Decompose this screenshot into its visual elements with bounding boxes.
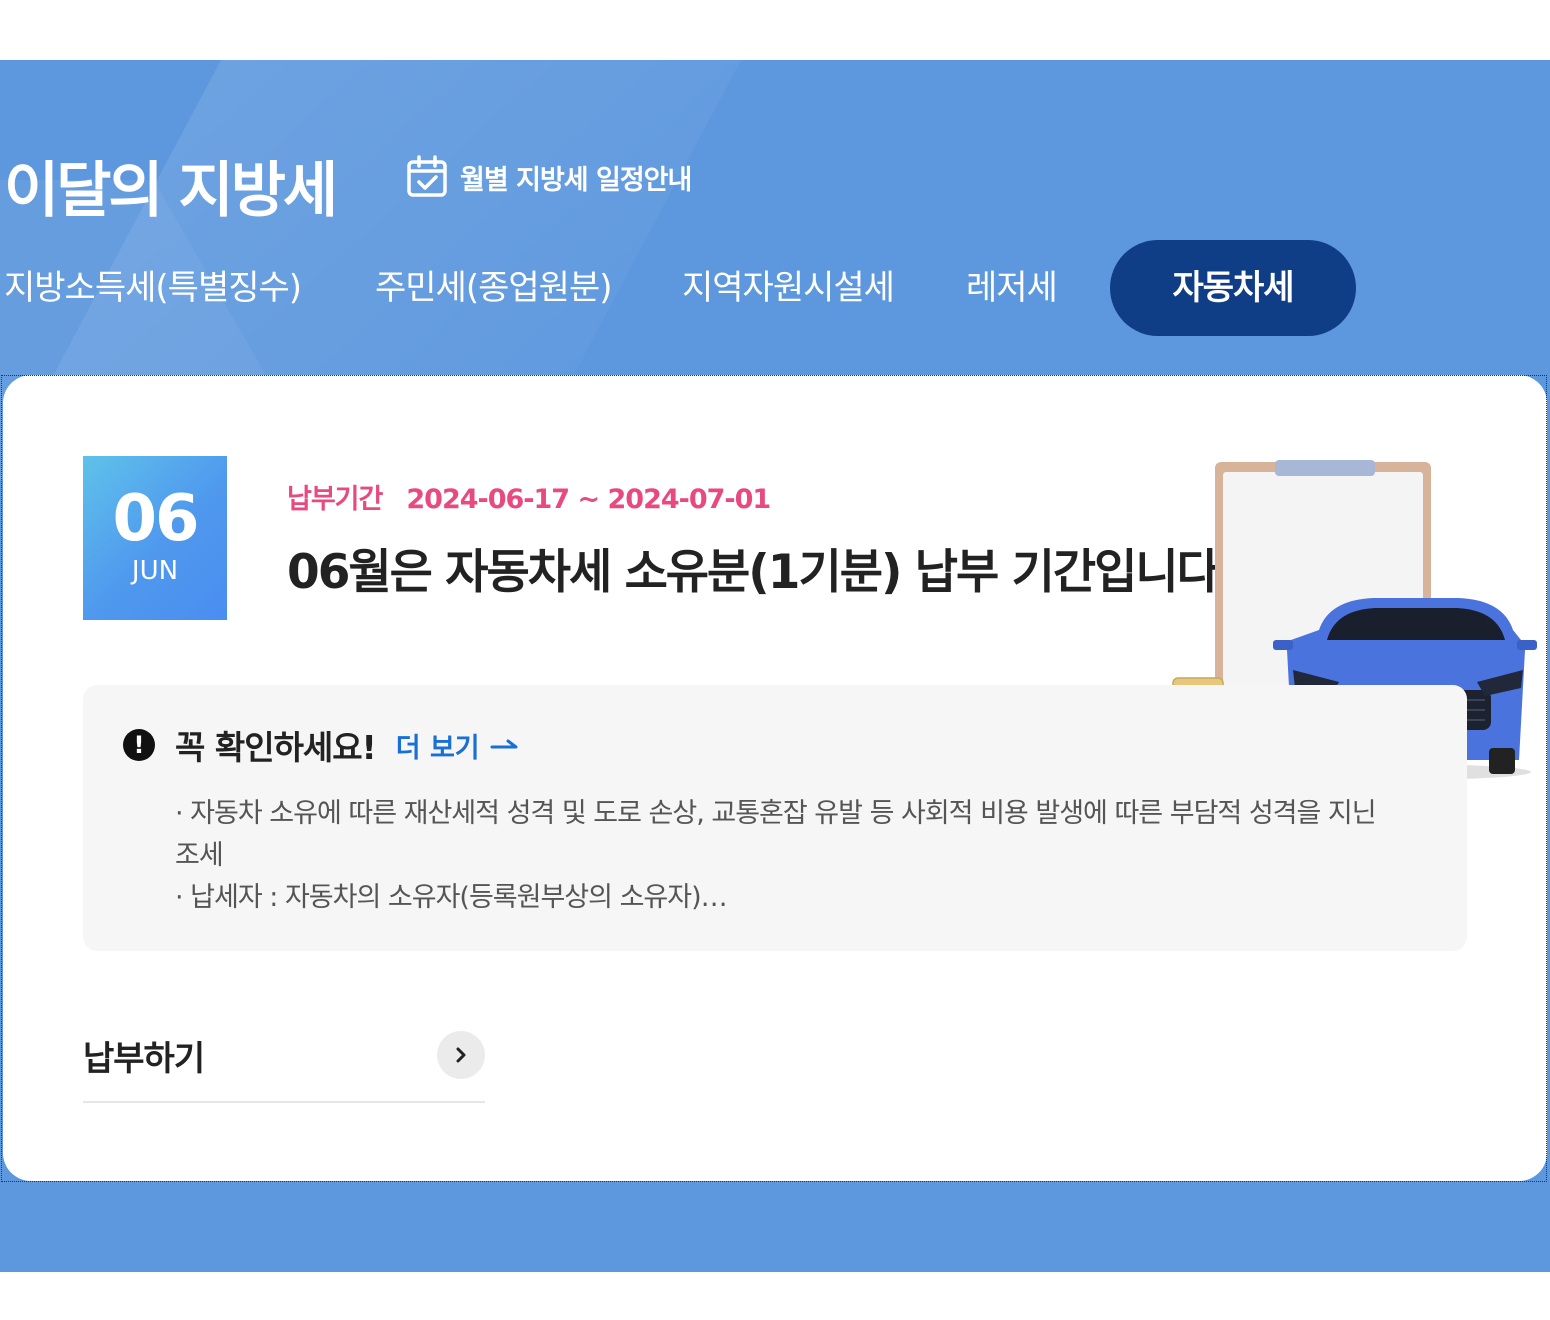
notice-line: · 자동차 소유에 따른 재산세적 성격 및 도로 손상, 교통혼잡 유발 등 …: [175, 798, 1377, 871]
payment-period-label: 납부기간: [287, 484, 383, 515]
payment-period: 납부기간 2024-06-17 ~ 2024-07-01: [287, 477, 771, 516]
pay-link[interactable]: 납부하기: [83, 1013, 485, 1103]
arrow-right-icon: [490, 739, 518, 749]
date-day: 06: [112, 482, 199, 556]
date-badge: 06 JUN: [83, 456, 227, 620]
notice-title: 꼭 확인하세요!: [175, 728, 377, 767]
page-title: 이달의 지방세: [4, 156, 338, 226]
more-link[interactable]: 더 보기: [396, 726, 520, 765]
tab-resident-tax[interactable]: 주민세(종업원분): [375, 240, 612, 336]
calendar-check-icon: [407, 155, 447, 197]
tax-info-card: 06 JUN 납부기간 2024-06-17 ~ 2024-07-01 06월은 …: [3, 375, 1547, 1181]
notice-line: · 납세자 : 자동차의 소유자(등록원부상의 소유자)…: [175, 882, 728, 913]
tab-vehicle-tax[interactable]: 자동차세: [1110, 240, 1356, 336]
notice-box: ! 꼭 확인하세요! 더 보기 · 자동차 소유에 따른 재산세적 성격 및 도…: [83, 685, 1467, 951]
chevron-right-icon: [437, 1031, 485, 1079]
notice-body: · 자동차 소유에 따른 재산세적 성격 및 도로 손상, 교통혼잡 유발 등 …: [175, 793, 1385, 919]
date-month: JUN: [131, 556, 179, 586]
tab-local-income-tax[interactable]: 지방소득세(특별징수): [4, 240, 302, 336]
alert-icon: !: [123, 729, 155, 761]
more-link-label: 더 보기: [395, 732, 480, 764]
payment-period-value: 2024-06-17 ~ 2024-07-01: [406, 484, 771, 515]
monthly-schedule-link[interactable]: 월별 지방세 일정안내: [406, 154, 692, 200]
monthly-schedule-label: 월별 지방세 일정안내: [460, 164, 692, 196]
notice-header: ! 꼭 확인하세요! 더 보기: [123, 723, 520, 767]
tab-leisure-tax[interactable]: 레저세: [966, 240, 1058, 336]
tab-regional-resource-tax[interactable]: 지역자원시설세: [682, 240, 895, 336]
card-headline: 06월은 자동차세 소유분(1기분) 납부 기간입니다: [287, 545, 1217, 600]
pay-label: 납부하기: [83, 1039, 205, 1079]
